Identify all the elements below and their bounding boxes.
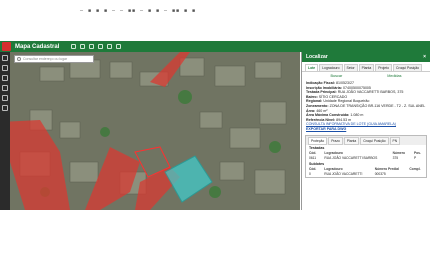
map-canvas[interactable] (0, 52, 300, 210)
panel-title: Localizar (306, 54, 328, 60)
panel-subtabs: Buscar Medidas (302, 72, 430, 80)
lot-info: Indicação Fiscal: 81/0523/27 Inscrição I… (302, 80, 430, 133)
tab-planta-box[interactable]: Planta (343, 136, 360, 145)
panel-tabs: Lote Logradouro Setor Planta Projeto Cro… (302, 62, 430, 72)
tab-planta[interactable]: Planta (358, 64, 375, 71)
testadas-table: Cód. Logradouro Número Pos. 0611 RUA JOÃO VA… (306, 151, 426, 161)
search-input[interactable]: Consultar endereço ou lugar (14, 55, 94, 63)
localizar-panel: Localizar × Lote Logradouro Setor Planta… (301, 52, 430, 210)
share-icon[interactable] (116, 44, 121, 49)
toolbar (71, 44, 121, 49)
browser-tab-strip: — ■ ■ ■ — — ■■ — ■ ■ — ■■ ■ ■ (80, 8, 197, 14)
tab-pn[interactable]: PN (389, 136, 401, 145)
browser-chrome: — ■ ■ ■ — — ■■ — ■ ■ — ■■ ■ ■ (0, 0, 430, 41)
search-placeholder: Consultar endereço ou lugar (23, 57, 68, 61)
subtab-medidas[interactable]: Medidas (387, 74, 401, 78)
table-row[interactable]: 0 RUA JOÃO VACCARETTI 000375 (306, 172, 426, 177)
tab-logradouro[interactable]: Logradouro (319, 64, 343, 71)
satellite-map (0, 52, 300, 210)
search-icon (17, 57, 21, 61)
details-box: Proteção Prazo Planta Croqui Posição PN … (305, 134, 427, 178)
app-title: Mapa Cadastral (15, 43, 60, 50)
print-icon[interactable] (89, 44, 94, 49)
tab-projeto[interactable]: Projeto (375, 64, 393, 71)
zoom-out-icon[interactable] (2, 65, 8, 71)
export-dwg-link[interactable]: EXPORTAR PARA DWG (306, 127, 426, 132)
map-toolbar (0, 52, 10, 210)
pan-icon[interactable] (2, 105, 8, 111)
identify-icon[interactable] (107, 44, 112, 49)
app-header: Mapa Cadastral (0, 41, 430, 52)
sublotes-table: Cód. Logradouro Número Predial Compl. 0 RUA … (306, 167, 426, 177)
subtab-buscar[interactable]: Buscar (330, 74, 342, 78)
tab-croqui[interactable]: Croqui Posição (393, 64, 423, 71)
app-logo (2, 42, 11, 51)
draw-icon[interactable] (98, 44, 103, 49)
tab-lote[interactable]: Lote (305, 64, 319, 71)
page-footer (0, 210, 430, 258)
tab-prazo[interactable]: Prazo (328, 136, 343, 145)
tab-protecao[interactable]: Proteção (308, 136, 328, 145)
panel-header: Localizar × (302, 52, 430, 62)
layers-icon[interactable] (71, 44, 76, 49)
tab-setor[interactable]: Setor (343, 64, 358, 71)
measure-icon[interactable] (80, 44, 85, 49)
home-icon[interactable] (2, 75, 8, 81)
details-tabs: Proteção Prazo Planta Croqui Posição PN (306, 135, 426, 145)
zoom-in-icon[interactable] (2, 55, 8, 61)
tab-croqui-box[interactable]: Croqui Posição (360, 136, 389, 145)
select-icon[interactable] (2, 95, 8, 101)
close-icon[interactable]: × (423, 54, 426, 60)
locate-icon[interactable] (2, 85, 8, 91)
